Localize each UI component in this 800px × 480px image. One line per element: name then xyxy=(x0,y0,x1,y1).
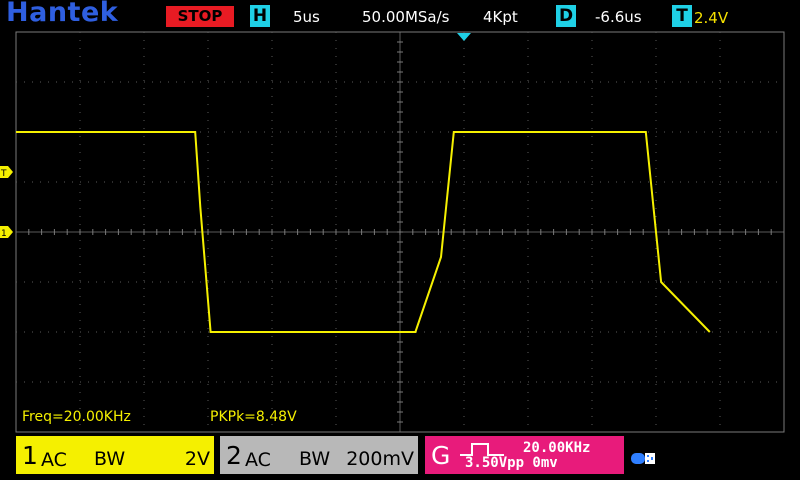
svg-text:T: T xyxy=(0,169,7,179)
frequency-measurement: Freq=20.00KHz xyxy=(22,409,131,425)
usb-icon xyxy=(631,453,655,464)
ch1-settings[interactable]: 1 AC BW 2V xyxy=(16,436,214,474)
pkpk-measurement: PKPk=8.48V xyxy=(210,409,297,425)
trigger-position-marker[interactable] xyxy=(457,33,471,41)
graticule xyxy=(15,31,785,433)
scope-display[interactable]: T1 Freq=20.00KHz PKPk=8.48V xyxy=(0,0,800,480)
ch1-ground-marker[interactable]: 1 xyxy=(0,226,13,239)
ch1-coupling: AC xyxy=(41,449,67,471)
generator-settings[interactable]: G 20.00KHz 3.50Vpp 0mv xyxy=(425,436,624,474)
ch1-scale: 2V xyxy=(184,448,210,470)
generator-frequency: 20.00KHz xyxy=(523,440,591,456)
ch1-bw-limit: BW xyxy=(94,448,126,470)
generator-label: G xyxy=(431,441,451,470)
trigger-level-marker[interactable]: T xyxy=(0,166,13,179)
ch2-bw-limit: BW xyxy=(299,448,331,470)
ch2-settings[interactable]: 2 AC BW 200mV xyxy=(220,436,418,474)
ch2-scale: 200mV xyxy=(346,448,414,470)
generator-amplitude: 3.50Vpp 0mv xyxy=(465,455,558,471)
ch2-number: 2 xyxy=(226,441,242,470)
ch1-number: 1 xyxy=(22,441,38,470)
level-markers: T1 xyxy=(0,166,13,239)
svg-text:1: 1 xyxy=(1,229,7,239)
ch2-coupling: AC xyxy=(245,449,271,471)
